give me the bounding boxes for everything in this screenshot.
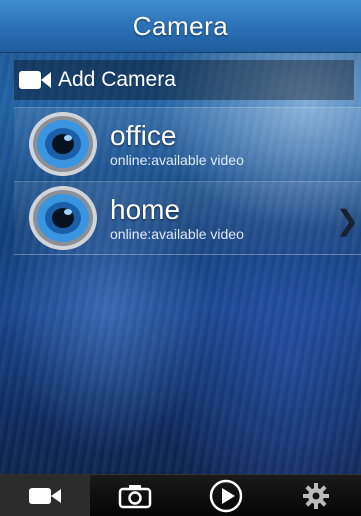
tab-playback[interactable] bbox=[181, 475, 271, 516]
play-icon bbox=[209, 479, 242, 512]
tab-photo[interactable] bbox=[90, 475, 180, 516]
chevron-right-icon[interactable]: ❯ bbox=[336, 204, 359, 237]
camera-lens-icon bbox=[29, 186, 97, 250]
camera-list-item-office[interactable]: office online:available video bbox=[14, 107, 361, 180]
camera-status: online:available video bbox=[110, 226, 244, 242]
camera-lens-icon bbox=[29, 112, 97, 176]
add-camera-button[interactable]: Add Camera bbox=[14, 60, 354, 100]
tab-video[interactable] bbox=[0, 475, 91, 516]
title-bar: Camera bbox=[0, 0, 361, 53]
tab-bar bbox=[0, 474, 361, 516]
camera-list-item-home[interactable]: home online:available video ❯ bbox=[14, 181, 361, 255]
photo-camera-icon bbox=[119, 484, 152, 508]
gear-icon bbox=[302, 482, 329, 509]
camera-name: office bbox=[110, 120, 177, 151]
page-title: Camera bbox=[132, 10, 229, 41]
camera-name: home bbox=[110, 194, 181, 225]
camera-status: online:available video bbox=[110, 152, 244, 168]
tab-settings[interactable] bbox=[271, 475, 361, 516]
video-camera-icon bbox=[29, 487, 62, 504]
add-camera-label: Add Camera bbox=[58, 68, 176, 91]
video-camera-icon bbox=[19, 71, 51, 89]
